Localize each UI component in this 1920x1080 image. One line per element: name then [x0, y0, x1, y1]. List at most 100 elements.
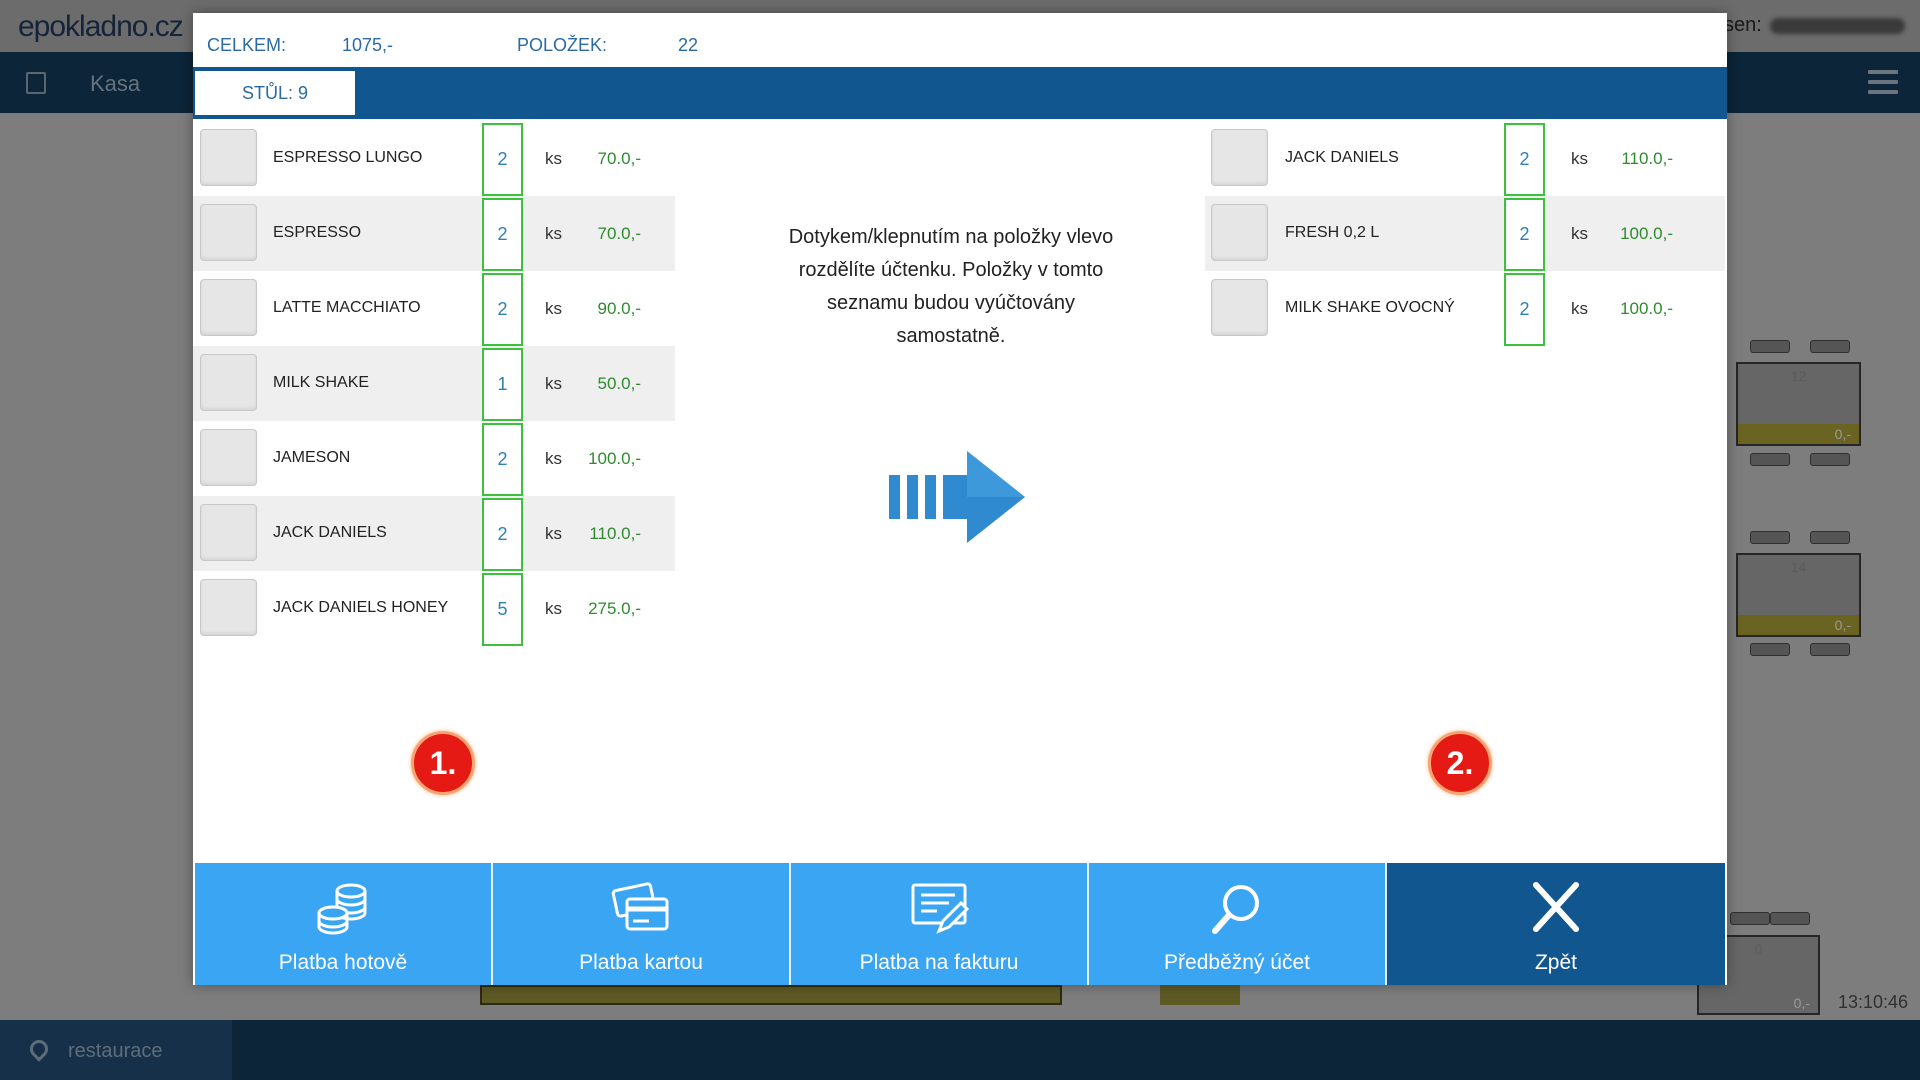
- table-chair: [1750, 643, 1790, 656]
- table-value: 0,-: [1834, 617, 1851, 633]
- items-count-value: 22: [678, 35, 699, 55]
- right-item-list: JACK DANIELS 2 ks 110.0,- FRESH 0,2 L 2 …: [1205, 121, 1725, 346]
- item-quantity[interactable]: 2: [482, 123, 523, 196]
- list-item[interactable]: JACK DANIELS HONEY 5 ks 275.0,-: [193, 571, 675, 646]
- item-checkbox[interactable]: [1211, 204, 1268, 261]
- item-price: 50.0,-: [597, 374, 641, 393]
- item-checkbox[interactable]: [200, 129, 257, 186]
- table-chair: [1770, 912, 1810, 925]
- pay-card-button[interactable]: Platba kartou: [493, 863, 791, 985]
- bar-counter[interactable]: [480, 985, 1062, 1005]
- list-item[interactable]: JACK DANIELS 2 ks 110.0,-: [193, 496, 675, 571]
- table-chair: [1750, 453, 1790, 466]
- item-price: 110.0,-: [589, 524, 641, 543]
- item-quantity[interactable]: 2: [482, 423, 523, 496]
- list-item[interactable]: JACK DANIELS 2 ks 110.0,-: [1205, 121, 1725, 196]
- invoice-icon: [911, 883, 969, 934]
- item-quantity[interactable]: 2: [482, 498, 523, 571]
- item-checkbox[interactable]: [200, 204, 257, 261]
- items-count-label: POLOŽEK:: [517, 35, 608, 55]
- table-chair: [1810, 340, 1850, 353]
- user-name-blurred: [1769, 17, 1905, 34]
- total-label: CELKEM:: [207, 35, 287, 55]
- table-chair: [1750, 340, 1790, 353]
- item-checkbox[interactable]: [200, 579, 257, 636]
- bar-counter-2[interactable]: [1160, 985, 1240, 1005]
- pay-invoice-button[interactable]: Platba na fakturu: [791, 863, 1089, 985]
- item-price: 100.0,-: [1620, 224, 1673, 243]
- item-quantity[interactable]: 1: [482, 348, 523, 421]
- item-checkbox[interactable]: [200, 279, 257, 336]
- item-price: 275.0,-: [588, 599, 641, 618]
- table-chair: [1810, 643, 1850, 656]
- pay-cash-button[interactable]: Platba hotově: [195, 863, 493, 985]
- split-bill-dialog: CELKEM: 1075,- POLOŽEK: 22 STŮL: 9 ESPRE…: [193, 13, 1727, 985]
- close-icon: [1533, 882, 1579, 932]
- list-item[interactable]: MILK SHAKE 1 ks 50.0,-: [193, 346, 675, 421]
- table-12[interactable]: 12 0,-: [1736, 362, 1861, 446]
- list-item[interactable]: JAMESON 2 ks 100.0,-: [193, 421, 675, 496]
- item-quantity[interactable]: 2: [1504, 198, 1545, 271]
- item-name: JACK DANIELS: [1285, 149, 1399, 166]
- list-item[interactable]: ESPRESSO LUNGO 2 ks 70.0,-: [193, 121, 675, 196]
- table-number: 14: [1790, 559, 1807, 575]
- pay-invoice-label: Platba na fakturu: [859, 951, 1019, 974]
- menu-icon[interactable]: [1868, 70, 1898, 100]
- clock: 13:10:46: [1838, 992, 1909, 1012]
- action-bar: Platba hotově Platba kartou Platba na fa…: [195, 863, 1725, 985]
- item-price: 100.0,-: [588, 449, 641, 468]
- location-label: restaurace: [68, 1040, 163, 1062]
- item-quantity[interactable]: 2: [482, 198, 523, 271]
- item-checkbox[interactable]: [1211, 129, 1268, 186]
- tab-table[interactable]: STŮL: 9: [195, 71, 355, 115]
- app-logo: epokladno.cz: [18, 10, 184, 43]
- back-label: Zpět: [1534, 951, 1578, 974]
- item-quantity[interactable]: 5: [482, 573, 523, 646]
- app-bottom-bar: restaurace: [0, 1020, 1920, 1080]
- item-name: JACK DANIELS HONEY: [273, 599, 449, 616]
- item-name: JAMESON: [273, 449, 351, 466]
- list-item[interactable]: ESPRESSO 2 ks 70.0,-: [193, 196, 675, 271]
- item-name: FRESH 0,2 L: [1285, 224, 1380, 241]
- item-name: MILK SHAKE OVOCNÝ: [1285, 299, 1455, 316]
- cash-register-icon[interactable]: [26, 72, 46, 94]
- item-checkbox[interactable]: [200, 504, 257, 561]
- step-badge-1: 1.: [411, 731, 475, 795]
- coins-icon: [317, 883, 367, 935]
- table-value: 0,-: [1834, 426, 1851, 442]
- back-button[interactable]: Zpět: [1387, 863, 1725, 985]
- table-14[interactable]: 14 0,-: [1736, 553, 1861, 637]
- location-pin-icon: [26, 1036, 52, 1062]
- pay-cash-label: Platba hotově: [278, 951, 408, 974]
- total-value: 1075,-: [342, 35, 394, 55]
- left-item-list: ESPRESSO LUNGO 2 ks 70.0,- ESPRESSO 2 ks…: [193, 121, 675, 646]
- step-badge-2: 2.: [1428, 731, 1492, 795]
- table-number: 12: [1790, 368, 1807, 384]
- item-quantity[interactable]: 2: [1504, 123, 1545, 196]
- item-price: 70.0,-: [597, 149, 641, 168]
- item-price: 70.0,-: [597, 224, 641, 243]
- table-chair: [1810, 531, 1850, 544]
- location-selector[interactable]: restaurace: [0, 1020, 232, 1080]
- item-quantity[interactable]: 2: [482, 273, 523, 346]
- user-label: sen:: [1724, 14, 1762, 36]
- item-checkbox[interactable]: [200, 354, 257, 411]
- tab-bar: STŮL: 9: [193, 67, 1727, 119]
- item-checkbox[interactable]: [200, 429, 257, 486]
- preliminary-bill-button[interactable]: Předběžný účet: [1089, 863, 1387, 985]
- preliminary-bill-label: Předběžný účet: [1164, 951, 1310, 974]
- item-name: ESPRESSO: [273, 224, 362, 241]
- item-quantity[interactable]: 2: [1504, 273, 1545, 346]
- search-icon: [1212, 885, 1259, 934]
- nav-label[interactable]: Kasa: [90, 71, 140, 97]
- list-item[interactable]: FRESH 0,2 L 2 ks 100.0,-: [1205, 196, 1725, 271]
- item-price: 90.0,-: [597, 299, 641, 318]
- table-chair: [1810, 453, 1850, 466]
- item-price: 110.0,-: [1621, 149, 1673, 168]
- list-item[interactable]: MILK SHAKE OVOCNÝ 2 ks 100.0,-: [1205, 271, 1725, 346]
- list-item[interactable]: LATTE MACCHIATO 2 ks 90.0,-: [193, 271, 675, 346]
- credit-card-icon: [611, 882, 669, 931]
- item-checkbox[interactable]: [1211, 279, 1268, 336]
- pay-card-label: Platba kartou: [579, 951, 703, 974]
- item-name: ESPRESSO LUNGO: [273, 149, 423, 166]
